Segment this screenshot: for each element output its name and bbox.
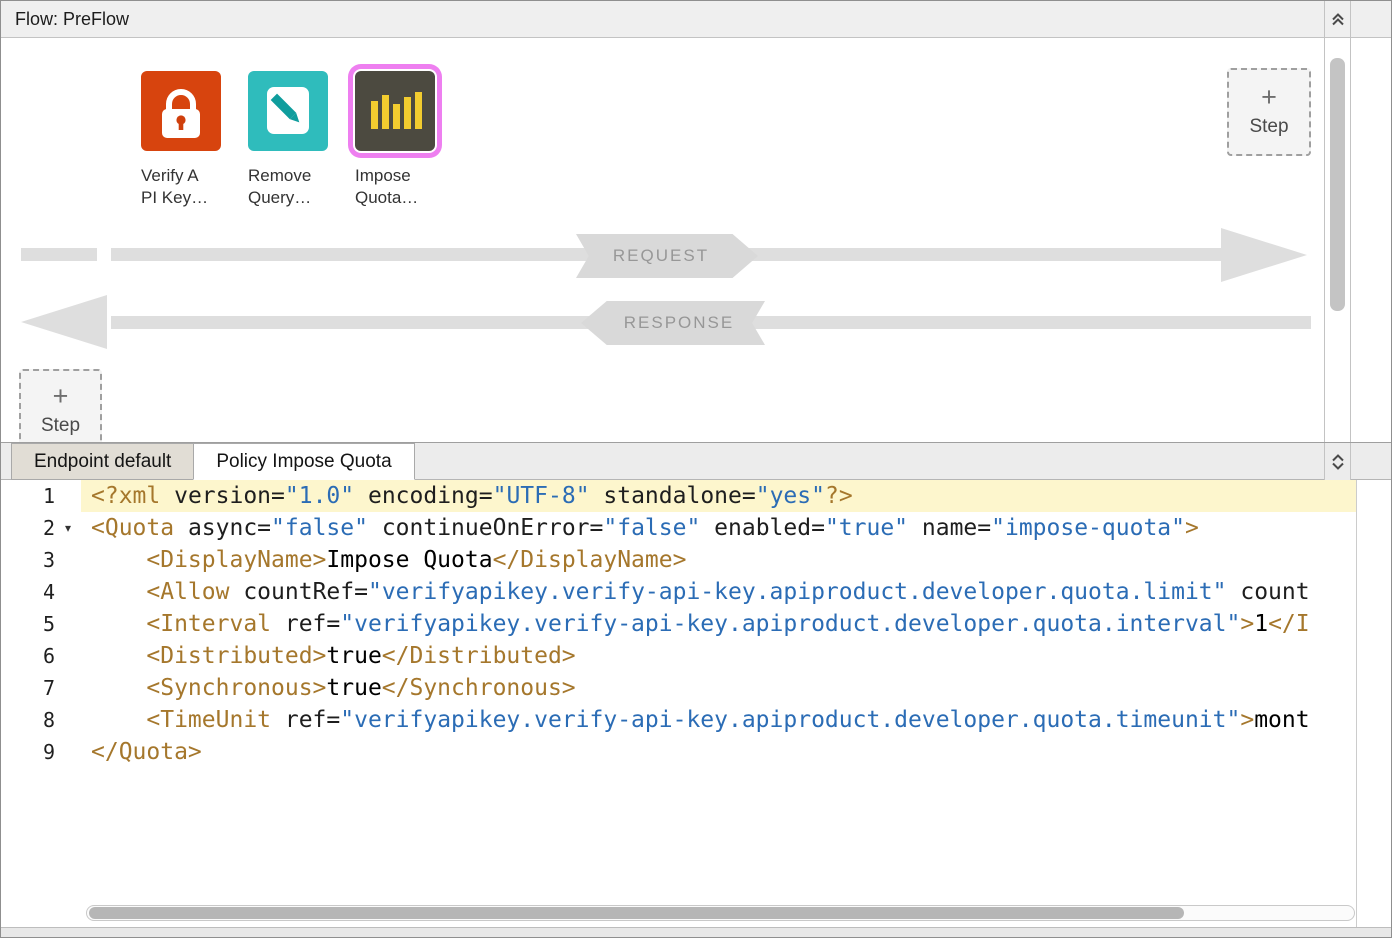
code-line-5[interactable]: 5 <Interval ref="verifyapikey.verify-api… xyxy=(1,608,1356,640)
request-arrowhead-icon xyxy=(1221,228,1307,282)
bars-icon xyxy=(355,71,435,151)
flow-header: Flow: PreFlow xyxy=(1,1,1391,38)
policy-verify-api-key[interactable]: Verify API Key… xyxy=(141,71,221,209)
code-line-7[interactable]: 7 <Synchronous>true</Synchronous> xyxy=(1,672,1356,704)
code-line-6[interactable]: 6 <Distributed>true</Distributed> xyxy=(1,640,1356,672)
fold-gutter xyxy=(55,704,81,736)
step-label: Step xyxy=(1229,116,1309,138)
editor-scroll-gutter xyxy=(1356,480,1391,927)
window-bottom-edge xyxy=(1,927,1391,937)
plus-icon: + xyxy=(1229,82,1309,112)
line-number: 6 xyxy=(1,640,55,672)
collapse-flow-panel-button[interactable] xyxy=(1325,1,1350,38)
editor-right-rail xyxy=(1324,443,1351,480)
flow-panel: Flow: PreFlow Verify API Key… RemoveQuery… xyxy=(1,1,1391,442)
code-text: <TimeUnit ref="verifyapikey.verify-api-k… xyxy=(81,704,1356,736)
line-number: 2 xyxy=(1,512,55,544)
line-number: 1 xyxy=(1,480,55,512)
code-text: </Quota> xyxy=(81,736,1356,768)
code-text: <Synchronous>true</Synchronous> xyxy=(81,672,1356,704)
code-line-1[interactable]: 1 <?xml version="1.0" encoding="UTF-8" st… xyxy=(1,480,1356,512)
fold-gutter xyxy=(55,736,81,768)
fold-gutter xyxy=(55,672,81,704)
flow-right-rail xyxy=(1324,1,1351,442)
line-number: 4 xyxy=(1,576,55,608)
editor-panel: Endpoint defaultPolicy Impose Quota 1 <?x… xyxy=(1,442,1391,937)
code-text: <?xml version="1.0" encoding="UTF-8" sta… xyxy=(81,480,1356,512)
line-number: 8 xyxy=(1,704,55,736)
code-text: <Quota async="false" continueOnError="fa… xyxy=(81,512,1356,544)
flow-vertical-scrollbar-thumb[interactable] xyxy=(1330,58,1345,311)
code-line-3[interactable]: 3 <DisplayName>Impose Quota</DisplayName… xyxy=(1,544,1356,576)
response-label-badge: RESPONSE xyxy=(581,301,765,345)
add-step-response-button[interactable]: + Step xyxy=(19,369,102,442)
tab-strip: Endpoint defaultPolicy Impose Quota xyxy=(11,443,415,480)
tab-policy-impose-quota[interactable]: Policy Impose Quota xyxy=(193,443,414,480)
response-arrowhead-icon xyxy=(21,295,107,349)
add-step-request-button[interactable]: + Step xyxy=(1227,68,1311,156)
fold-gutter xyxy=(55,576,81,608)
policy-label: RemoveQuery… xyxy=(248,165,328,209)
code-text: <DisplayName>Impose Quota</DisplayName> xyxy=(81,544,1356,576)
pencil-icon xyxy=(248,71,328,151)
double-chevron-up-icon xyxy=(1329,10,1347,28)
lock-icon xyxy=(141,71,221,151)
tab-endpoint-default[interactable]: Endpoint default xyxy=(11,443,194,480)
code-lines: 1 <?xml version="1.0" encoding="UTF-8" st… xyxy=(1,480,1356,927)
chevron-expand-icon xyxy=(1329,453,1347,471)
toggle-editor-panel-button[interactable] xyxy=(1325,443,1350,480)
tab-bar: Endpoint defaultPolicy Impose Quota xyxy=(1,443,1391,480)
horizontal-scrollbar-track[interactable] xyxy=(86,905,1355,921)
code-line-8[interactable]: 8 <TimeUnit ref="verifyapikey.verify-api… xyxy=(1,704,1356,736)
line-number: 3 xyxy=(1,544,55,576)
flow-title: Flow: PreFlow xyxy=(15,9,129,30)
line-number: 5 xyxy=(1,608,55,640)
policy-row: Verify API Key… RemoveQuery… ImposeQuota… xyxy=(141,71,435,209)
apigee-flow-editor-window: Flow: PreFlow Verify API Key… RemoveQuery… xyxy=(0,0,1392,938)
fold-gutter xyxy=(55,608,81,640)
code-line-9[interactable]: 9 </Quota> xyxy=(1,736,1356,768)
horizontal-scrollbar-thumb[interactable] xyxy=(89,907,1184,919)
flow-canvas: Verify API Key…RemoveQuery…ImposeQuota… … xyxy=(1,38,1391,442)
fold-gutter xyxy=(55,480,81,512)
request-arrow-stub xyxy=(21,248,97,261)
fold-gutter xyxy=(55,640,81,672)
code-line-2[interactable]: 2▾<Quota async="false" continueOnError="… xyxy=(1,512,1356,544)
policy-label: Verify API Key… xyxy=(141,165,221,209)
code-line-4[interactable]: 4 <Allow countRef="verifyapikey.verify-a… xyxy=(1,576,1356,608)
code-editor[interactable]: 1 <?xml version="1.0" encoding="UTF-8" st… xyxy=(1,480,1391,927)
fold-gutter xyxy=(55,544,81,576)
policy-label: ImposeQuota… xyxy=(355,165,435,209)
line-number: 7 xyxy=(1,672,55,704)
code-text: <Interval ref="verifyapikey.verify-api-k… xyxy=(81,608,1356,640)
policy-impose-quota[interactable]: ImposeQuota… xyxy=(355,71,435,209)
fold-caret-icon[interactable]: ▾ xyxy=(55,512,81,544)
policy-remove-query[interactable]: RemoveQuery… xyxy=(248,71,328,209)
code-text: <Distributed>true</Distributed> xyxy=(81,640,1356,672)
plus-icon: + xyxy=(21,381,100,411)
step-label: Step xyxy=(21,415,100,437)
request-label-badge: REQUEST xyxy=(576,234,758,278)
code-text: <Allow countRef="verifyapikey.verify-api… xyxy=(81,576,1356,608)
line-number: 9 xyxy=(1,736,55,768)
